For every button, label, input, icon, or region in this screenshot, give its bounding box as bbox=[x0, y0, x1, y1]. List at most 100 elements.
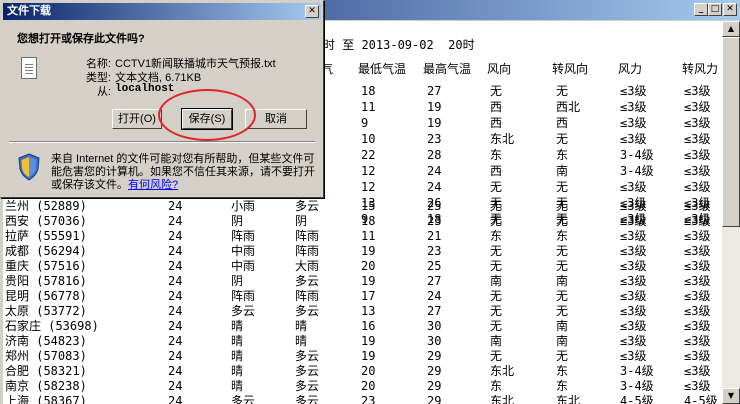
city-cell: 拉萨 (55591) bbox=[5, 229, 87, 243]
column-header: 风向 bbox=[487, 62, 512, 76]
scroll-up-arrow-icon[interactable]: ▲ bbox=[722, 21, 740, 37]
table-cell: ≤3级 bbox=[620, 199, 647, 213]
table-cell: 23 bbox=[427, 132, 442, 146]
table-cell: 阵雨 bbox=[231, 289, 256, 303]
table-cell: 17 bbox=[361, 289, 376, 303]
table-cell: 19 bbox=[361, 349, 376, 363]
table-cell: 12 bbox=[361, 164, 376, 178]
table-cell: ≤3级 bbox=[620, 244, 647, 258]
table-cell: 19 bbox=[427, 100, 442, 114]
table-cell: 无 bbox=[490, 214, 503, 228]
table-cell: 27 bbox=[427, 84, 442, 98]
scroll-down-arrow-icon[interactable]: ▼ bbox=[722, 388, 740, 404]
table-cell: 晴 bbox=[295, 334, 308, 348]
risk-link[interactable]: 有何风险? bbox=[128, 179, 178, 191]
table-cell: ≤3级 bbox=[684, 214, 711, 228]
column-header: 风力 bbox=[618, 62, 643, 76]
table-cell: 晴 bbox=[231, 334, 244, 348]
table-cell: 无 bbox=[556, 349, 569, 363]
table-row: 西安 (57036) 24 阴 阴 18 23 无 无 ≤3级 ≤3级 bbox=[3, 213, 722, 229]
table-cell: 无 bbox=[490, 84, 503, 98]
table-cell: 无 bbox=[556, 214, 569, 228]
table-cell: 多云 bbox=[231, 394, 256, 404]
table-cell: 阵雨 bbox=[295, 289, 320, 303]
table-cell: 19 bbox=[361, 274, 376, 288]
table-cell: 无 bbox=[490, 304, 503, 318]
city-cell: 合肥 (58321) bbox=[5, 364, 87, 378]
minimize-button[interactable]: _ bbox=[694, 3, 708, 16]
table-cell: ≤3级 bbox=[684, 199, 711, 213]
column-header: 最高气温 bbox=[423, 62, 472, 76]
table-cell: 3-4级 bbox=[620, 379, 654, 393]
table-cell: 东北 bbox=[490, 364, 515, 378]
table-cell: ≤3级 bbox=[620, 304, 647, 318]
table-cell: 24 bbox=[168, 289, 183, 303]
table-cell: 24 bbox=[168, 334, 183, 348]
table-cell: 18 bbox=[361, 214, 376, 228]
table-cell: 无 bbox=[490, 349, 503, 363]
table-cell: 19 bbox=[361, 334, 376, 348]
table-cell: ≤3级 bbox=[620, 349, 647, 363]
table-cell: 东 bbox=[490, 148, 503, 162]
table-cell: ≤3级 bbox=[684, 100, 711, 114]
window-close-button[interactable]: ✕ bbox=[723, 3, 737, 16]
table-cell: ≤3级 bbox=[684, 180, 711, 194]
table-cell: 西 bbox=[490, 164, 503, 178]
table-cell: 多云 bbox=[295, 274, 320, 288]
table-cell: 25 bbox=[427, 259, 442, 273]
table-cell: ≤3级 bbox=[684, 116, 711, 130]
table-cell: 南 bbox=[490, 334, 503, 348]
table-cell: 晴 bbox=[231, 364, 244, 378]
warning-text: 来自 Internet 的文件可能对您有所帮助，但某些文件可能危害您的计算机。如… bbox=[51, 153, 315, 191]
open-button[interactable]: 打开(O) bbox=[112, 109, 162, 129]
table-row: 拉萨 (55591) 24 阵雨 阵雨 11 21 东 东 ≤3级 ≤3级 bbox=[3, 228, 722, 244]
table-cell: 多云 bbox=[295, 304, 320, 318]
table-row: 昆明 (56778) 24 阵雨 阵雨 17 24 无 无 ≤3级 ≤3级 bbox=[3, 288, 722, 304]
table-cell: 无 bbox=[556, 84, 569, 98]
table-cell: 东 bbox=[490, 229, 503, 243]
table-cell: 无 bbox=[556, 199, 569, 213]
table-cell: 小雨 bbox=[231, 199, 256, 213]
column-header: 转风力 bbox=[682, 62, 719, 76]
table-cell: 无 bbox=[490, 289, 503, 303]
table-cell: 多云 bbox=[295, 394, 320, 404]
table-cell: 晴 bbox=[231, 349, 244, 363]
table-cell: 24 bbox=[168, 199, 183, 213]
table-cell: 无 bbox=[556, 259, 569, 273]
dialog-divider bbox=[9, 141, 315, 143]
table-cell: 3-4级 bbox=[620, 364, 654, 378]
maximize-button[interactable]: □ bbox=[708, 3, 722, 16]
from-label: 从: bbox=[96, 86, 111, 98]
table-cell: 多云 bbox=[295, 349, 320, 363]
dialog-close-button[interactable]: ✕ bbox=[305, 5, 319, 18]
table-cell: 30 bbox=[427, 334, 442, 348]
table-cell: 中雨 bbox=[231, 259, 256, 273]
table-cell: 24 bbox=[427, 289, 442, 303]
table-cell: 24 bbox=[168, 304, 183, 318]
table-cell: 27 bbox=[427, 274, 442, 288]
dialog-title-bar[interactable]: 文件下载 ✕ bbox=[3, 3, 321, 20]
table-cell: 晴 bbox=[231, 379, 244, 393]
table-row: 太原 (53772) 24 多云 多云 13 27 无 无 ≤3级 ≤3级 bbox=[3, 303, 722, 319]
table-row: 济南 (54823) 24 晴 晴 19 30 南 南 ≤3级 ≤3级 bbox=[3, 333, 722, 349]
city-cell: 南京 (58238) bbox=[5, 379, 87, 393]
table-cell: 东北 bbox=[490, 394, 515, 404]
table-cell: 4-5级 bbox=[684, 394, 718, 404]
table-cell: ≤3级 bbox=[684, 148, 711, 162]
table-cell: 23 bbox=[427, 214, 442, 228]
table-cell: 多云 bbox=[295, 199, 320, 213]
scroll-thumb[interactable] bbox=[722, 37, 740, 227]
table-cell: ≤3级 bbox=[684, 349, 711, 363]
table-cell: 29 bbox=[427, 379, 442, 393]
table-cell: 24 bbox=[168, 379, 183, 393]
city-cell: 济南 (54823) bbox=[5, 334, 87, 348]
table-row: 贵阳 (57816) 24 阴 多云 19 27 南 南 ≤3级 ≤3级 bbox=[3, 273, 722, 289]
table-cell: ≤3级 bbox=[684, 319, 711, 333]
table-cell: 无 bbox=[556, 132, 569, 146]
table-cell: 多云 bbox=[231, 304, 256, 318]
table-row: 兰州 (52889) 24 小雨 多云 15 25 无 无 ≤3级 ≤3级 bbox=[3, 198, 722, 214]
table-cell: 28 bbox=[427, 148, 442, 162]
table-cell: 16 bbox=[361, 319, 376, 333]
table-cell: 东 bbox=[556, 379, 569, 393]
vertical-scrollbar[interactable]: ▲ ▼ bbox=[722, 21, 740, 404]
